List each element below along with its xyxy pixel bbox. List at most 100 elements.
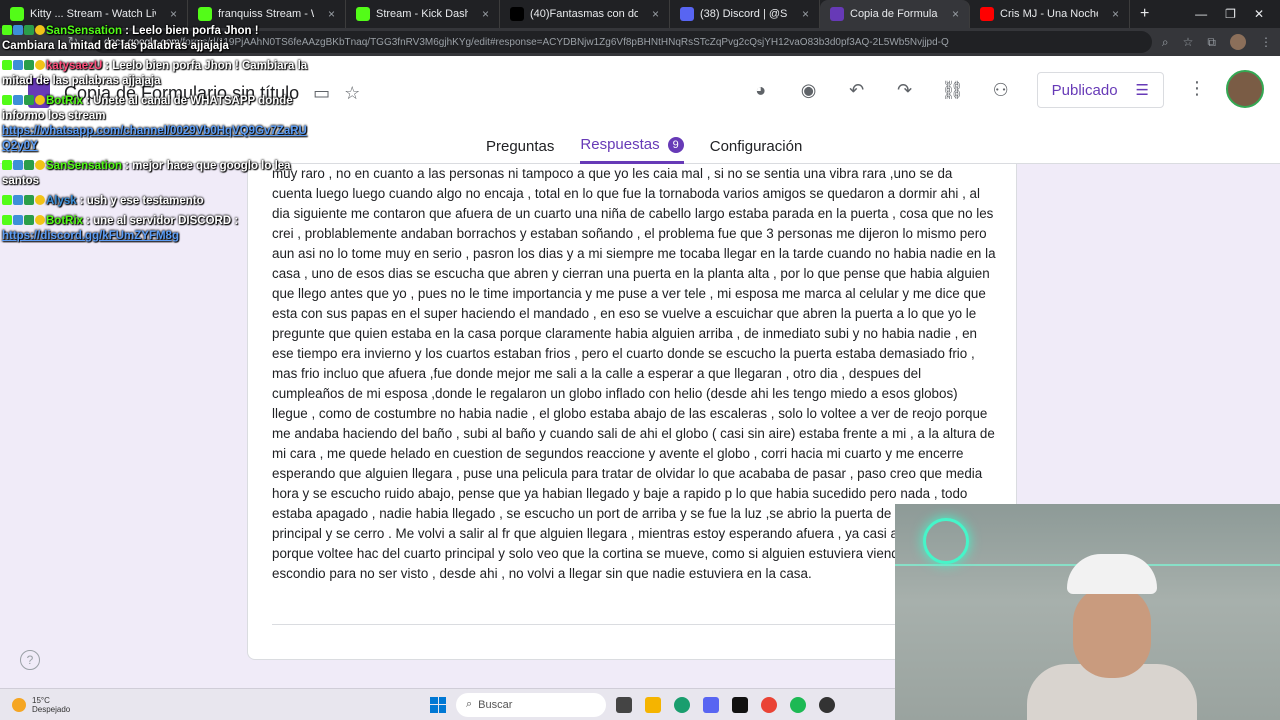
tab-favicon-icon bbox=[356, 7, 370, 21]
chat-link[interactable]: https://discord.gg/kFUmZYFM8g bbox=[2, 230, 179, 242]
browser-tab[interactable]: Copia de Formulario sin título × bbox=[820, 0, 970, 28]
windows-start-icon[interactable] bbox=[430, 696, 446, 713]
taskbar-search[interactable]: ⌕ Buscar bbox=[456, 692, 606, 717]
sun-icon bbox=[12, 697, 26, 712]
edge-icon[interactable] bbox=[674, 696, 690, 713]
chat-username[interactable]: SanSensation bbox=[46, 25, 122, 37]
discord-icon[interactable] bbox=[703, 696, 719, 713]
browser-tab[interactable]: (40)Fantasmas con down | TikT × bbox=[500, 0, 670, 28]
chat-username[interactable]: katysaezU bbox=[46, 60, 102, 72]
chat-badge-icon bbox=[2, 60, 12, 70]
chat-badge-icon bbox=[13, 160, 23, 170]
chat-text: : ush y ese testamento bbox=[79, 195, 204, 207]
palette-icon[interactable]: ◕ bbox=[749, 80, 773, 101]
chat-username[interactable]: BotRix bbox=[46, 95, 83, 107]
chat-badge-icon bbox=[35, 195, 45, 205]
browser-tab[interactable]: Stream - Kick Dashboard × bbox=[346, 0, 500, 28]
tab-close-icon[interactable]: × bbox=[644, 7, 659, 21]
account-avatar[interactable] bbox=[1226, 70, 1264, 108]
tab-respuestas[interactable]: Respuestas 9 bbox=[580, 136, 684, 164]
tab-favicon-icon bbox=[980, 7, 994, 21]
chat-message: Alysk: ush y ese testamento bbox=[2, 194, 312, 209]
weather-widget[interactable]: 15°C Despejado bbox=[0, 696, 430, 714]
chat-badge-icon bbox=[24, 160, 34, 170]
browser-tab[interactable]: (38) Discord | @S E B A S X H A × bbox=[670, 0, 820, 28]
tab-title: Kitty ... Stream - Watch Live bbox=[30, 8, 156, 20]
tune-icon: ☰ bbox=[1135, 82, 1149, 99]
chat-badge-icon bbox=[13, 60, 23, 70]
taskbar: 15°C Despejado ⌕ Buscar bbox=[0, 688, 895, 720]
undo-icon[interactable]: ↶ bbox=[845, 80, 869, 101]
tab-close-icon[interactable]: × bbox=[1104, 7, 1119, 21]
close-icon[interactable]: ✕ bbox=[1254, 7, 1264, 21]
publish-label: Publicado bbox=[1051, 81, 1118, 99]
tab-preguntas[interactable]: Preguntas bbox=[486, 138, 554, 163]
tab-title: (38) Discord | @S E B A S X H A bbox=[700, 8, 788, 20]
chat-badge-icon bbox=[13, 195, 23, 205]
minimize-icon[interactable]: — bbox=[1195, 7, 1207, 21]
chat-link[interactable]: https://whatsapp.com/channel/0029Vb0HqVQ… bbox=[2, 125, 307, 152]
chat-badge-icon bbox=[35, 95, 45, 105]
tab-title: Cris MJ - Una Noche En Me bbox=[1000, 8, 1098, 20]
browser-tab[interactable]: Cris MJ - Una Noche En Me × bbox=[970, 0, 1130, 28]
more-options-icon[interactable]: ⋮ bbox=[1188, 78, 1206, 99]
chrome-icon[interactable] bbox=[761, 696, 777, 713]
tab-close-icon[interactable]: × bbox=[320, 7, 335, 21]
answer-text: muy raro , no en cuanto a las personas n… bbox=[272, 166, 996, 581]
tab-close-icon[interactable]: × bbox=[162, 7, 177, 21]
chat-text: : une al servidor DISCORD : bbox=[86, 215, 239, 227]
extensions-icon[interactable]: ⧉ bbox=[1207, 35, 1216, 50]
chat-badge-icon bbox=[24, 25, 34, 35]
chat-message: SanSensation: mejor hace que googlo lo l… bbox=[2, 159, 312, 189]
bookmark-star-icon[interactable]: ☆ bbox=[1183, 35, 1194, 49]
chat-badge-icon bbox=[35, 215, 45, 225]
link-icon[interactable]: ⛓ bbox=[941, 80, 965, 101]
chat-username[interactable]: Alysk bbox=[46, 195, 77, 207]
chat-badge-icon bbox=[2, 160, 12, 170]
help-icon[interactable]: ? bbox=[20, 650, 40, 670]
chat-badge-icon bbox=[2, 25, 12, 35]
browser-menu-icon[interactable]: ⋮ bbox=[1260, 35, 1272, 49]
tab-label: Preguntas bbox=[486, 137, 555, 155]
star-icon[interactable]: ☆ bbox=[344, 83, 360, 104]
temperature: 15°C bbox=[32, 695, 50, 705]
chat-username[interactable]: SanSensation bbox=[46, 160, 122, 172]
profile-avatar[interactable] bbox=[1230, 34, 1246, 50]
tab-close-icon[interactable]: × bbox=[474, 7, 489, 21]
tab-favicon-icon bbox=[830, 7, 844, 21]
tab-configuracion[interactable]: Configuración bbox=[710, 138, 803, 163]
tab-title: (40)Fantasmas con down | TikT bbox=[530, 8, 638, 20]
task-view-icon[interactable] bbox=[616, 696, 632, 713]
redo-icon[interactable]: ↷ bbox=[893, 80, 917, 101]
chat-message: SanSensation: Leelo bien porfa Jhon ! Ca… bbox=[2, 24, 312, 54]
new-tab-button[interactable]: + bbox=[1130, 5, 1159, 23]
obs-icon[interactable] bbox=[819, 696, 835, 713]
add-collaborator-icon[interactable]: ⚇ bbox=[989, 80, 1013, 101]
zoom-icon[interactable]: ⌕ bbox=[1162, 35, 1169, 50]
preview-eye-icon[interactable]: ◉ bbox=[797, 80, 821, 101]
folder-icon[interactable]: ▭ bbox=[313, 83, 330, 104]
tab-close-icon[interactable]: × bbox=[944, 7, 959, 21]
streamer-cap bbox=[1067, 554, 1157, 594]
app-y-icon[interactable] bbox=[732, 696, 748, 713]
chat-username[interactable]: BotRix bbox=[46, 215, 83, 227]
tab-close-icon[interactable]: × bbox=[794, 7, 809, 21]
streamer bbox=[1027, 554, 1197, 720]
chat-message: BotRix: Unete al canal de WHATSAPP donde… bbox=[2, 94, 312, 154]
chat-badge-icon bbox=[24, 195, 34, 205]
chat-message: BotRix: une al servidor DISCORD : https:/… bbox=[2, 214, 312, 244]
window-controls: — ❐ ✕ bbox=[1195, 7, 1280, 21]
chat-badge-icon bbox=[2, 215, 12, 225]
tab-label: Respuestas bbox=[580, 136, 660, 153]
tab-title: franquiss Stream - Watch Live o bbox=[218, 8, 314, 20]
publish-button[interactable]: Publicado ☰ bbox=[1036, 72, 1164, 108]
tab-favicon-icon bbox=[10, 7, 24, 21]
spotify-icon[interactable] bbox=[790, 696, 806, 713]
chat-badge-icon bbox=[2, 195, 12, 205]
chat-badge-icon bbox=[35, 25, 45, 35]
chat-badge-icon bbox=[24, 60, 34, 70]
file-explorer-icon[interactable] bbox=[645, 696, 661, 713]
tab-favicon-icon bbox=[680, 7, 694, 21]
restore-icon[interactable]: ❐ bbox=[1225, 7, 1236, 21]
tab-favicon-icon bbox=[198, 7, 212, 21]
